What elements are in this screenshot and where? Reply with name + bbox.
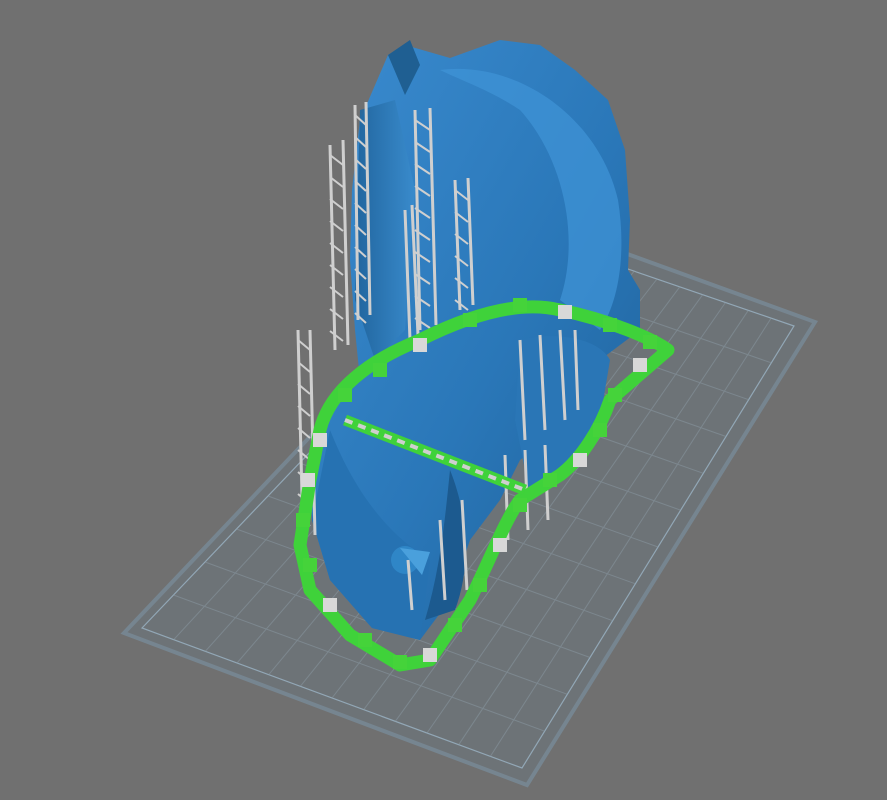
raft-block xyxy=(543,473,557,487)
raft-block xyxy=(603,318,617,332)
raft-block xyxy=(338,388,352,402)
raft-block xyxy=(463,313,477,327)
raft-block xyxy=(358,633,372,647)
support-rung xyxy=(329,330,344,342)
raft-block xyxy=(413,338,427,352)
raft-block xyxy=(633,358,647,372)
raft-block xyxy=(513,298,527,312)
scene-canvas[interactable] xyxy=(0,0,887,800)
raft-block xyxy=(643,335,657,349)
raft-block xyxy=(513,498,527,512)
support-rung xyxy=(329,308,344,320)
raft-block xyxy=(608,388,622,402)
3d-viewport[interactable] xyxy=(0,0,887,800)
raft-block xyxy=(303,558,317,572)
raft-block xyxy=(423,648,437,662)
raft-block xyxy=(573,453,587,467)
raft-block xyxy=(301,473,315,487)
raft-block xyxy=(296,513,310,527)
raft-block xyxy=(448,618,462,632)
raft-block xyxy=(393,655,407,669)
raft-block xyxy=(558,305,572,319)
raft-block xyxy=(493,538,507,552)
raft-block xyxy=(313,433,327,447)
raft-block xyxy=(473,578,487,592)
support-rung xyxy=(329,286,344,298)
raft-block xyxy=(373,363,387,377)
raft-block xyxy=(323,598,337,612)
raft-block xyxy=(593,423,607,437)
